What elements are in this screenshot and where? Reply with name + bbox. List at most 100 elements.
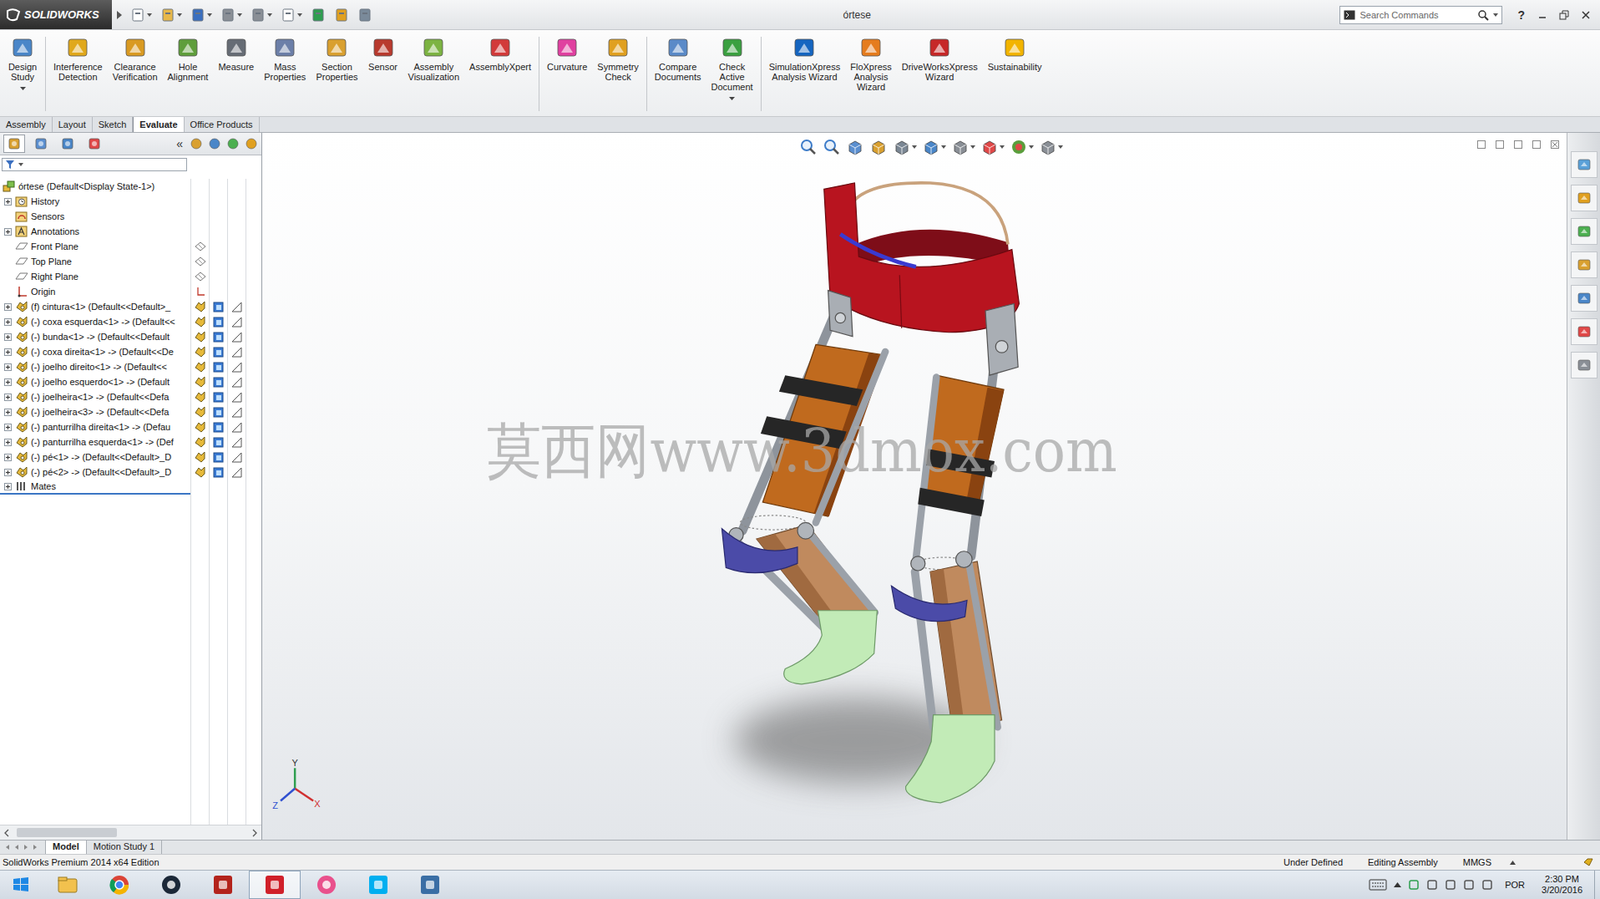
solidworks-logo[interactable]: SOLIDWORKS <box>0 0 112 30</box>
appearance-icon[interactable] <box>231 346 243 358</box>
tab-scroll-icon[interactable] <box>4 843 11 851</box>
expand-icon[interactable] <box>4 482 12 491</box>
quick-access-button[interactable] <box>188 5 214 25</box>
tree-row[interactable]: Right Plane <box>0 268 262 284</box>
expand-icon[interactable] <box>4 468 12 476</box>
graphics-area[interactable]: YXZ莫西网www.3dmox.com <box>262 132 1567 840</box>
tree-row[interactable]: (-) panturrilha direita<1> -> (Defau <box>0 419 262 435</box>
tray-icon[interactable] <box>1407 878 1420 891</box>
status-item[interactable]: Under Defined <box>1276 856 1362 867</box>
ribbon-button[interactable]: MassProperties <box>259 35 310 82</box>
minimize-icon[interactable] <box>1536 9 1549 21</box>
tree-row[interactable]: Origin <box>0 283 262 299</box>
ribbon-button[interactable]: AssemblyVisualization <box>404 35 465 82</box>
quick-access-button[interactable] <box>158 5 184 25</box>
appearance-icon[interactable] <box>231 331 243 343</box>
tree-row[interactable]: (-) coxa direita<1> -> (Default<<De <box>0 344 262 360</box>
component-visibility-icon[interactable] <box>194 300 207 313</box>
tree-row[interactable]: (-) joelheira<1> -> (Default<<Defa <box>0 389 262 405</box>
ribbon-button[interactable]: SectionProperties <box>311 35 362 82</box>
taskbar-app[interactable] <box>248 870 301 899</box>
tree-filter[interactable] <box>1 157 188 172</box>
display-mode-icon[interactable] <box>212 331 224 343</box>
tray-icon[interactable] <box>1426 878 1438 891</box>
expand-icon[interactable] <box>4 318 12 326</box>
tree-row[interactable]: (f) cintura<1> (Default<<Default>_ <box>0 298 262 314</box>
display-mode-icon[interactable] <box>212 391 224 403</box>
command-tab[interactable]: Sketch <box>92 116 134 132</box>
ribbon-button[interactable]: CheckActiveDocument <box>707 35 758 101</box>
expand-icon[interactable] <box>4 393 12 401</box>
display-mode-icon[interactable] <box>212 451 224 463</box>
view-tool-button[interactable] <box>822 137 841 157</box>
taskbar-app[interactable] <box>197 870 249 899</box>
ribbon-button[interactable]: DesignStudy <box>3 35 42 91</box>
component-visibility-icon[interactable] <box>194 405 207 418</box>
units-caret-icon[interactable] <box>1509 860 1516 865</box>
display-mode-icon[interactable] <box>212 346 224 358</box>
tab-scroll-icon[interactable] <box>22 843 30 851</box>
taskbar-app[interactable] <box>352 870 405 899</box>
tree-row[interactable]: (-) coxa esquerda<1> -> (Default<< <box>0 313 262 330</box>
view-tool-button[interactable] <box>1009 137 1034 157</box>
tray-arrow-icon[interactable] <box>1393 881 1402 887</box>
collapse-button[interactable]: « <box>174 136 185 151</box>
task-pane-tab[interactable] <box>1570 351 1598 379</box>
panel-tab[interactable] <box>30 134 52 153</box>
viewport-control-icon[interactable] <box>1531 139 1542 150</box>
task-pane-tab[interactable] <box>1570 318 1598 345</box>
display-mode-icon[interactable] <box>212 316 224 328</box>
component-visibility-icon[interactable] <box>194 420 207 433</box>
tray-icon[interactable] <box>1481 878 1494 891</box>
view-tool-button[interactable] <box>951 137 976 157</box>
expand-icon[interactable] <box>4 453 12 461</box>
quick-access-button[interactable] <box>248 5 274 25</box>
task-pane-tab[interactable] <box>1570 151 1598 178</box>
ribbon-button[interactable]: FloXpressAnalysisWizard <box>845 35 897 92</box>
ribbon-button[interactable]: HoleAlignment <box>163 35 213 82</box>
display-mode-icon[interactable] <box>212 421 224 433</box>
tree-row[interactable]: Top Plane <box>0 253 262 269</box>
input-language[interactable]: POR <box>1499 879 1530 890</box>
show-desktop[interactable] <box>1594 870 1600 899</box>
tray-icon[interactable] <box>1463 878 1475 891</box>
horizontal-scrollbar[interactable] <box>0 824 262 840</box>
display-pane-icon[interactable] <box>244 136 259 151</box>
tree-row[interactable]: Mates <box>0 479 262 495</box>
expand-icon[interactable] <box>4 423 12 431</box>
tree-row[interactable]: (-) pé<1> -> (Default<<Default>_D <box>0 449 262 465</box>
ribbon-button[interactable]: AssemblyXpert <box>465 35 536 72</box>
help-button[interactable]: ? <box>1510 8 1532 22</box>
document-tab[interactable]: Motion Study 1 <box>86 840 163 854</box>
appearance-icon[interactable] <box>231 421 243 433</box>
panel-tab[interactable] <box>3 134 26 153</box>
viewport-control-icon[interactable] <box>1513 139 1524 150</box>
tab-scroll-icon[interactable] <box>13 843 21 851</box>
ribbon-button[interactable]: Curvature <box>542 35 592 72</box>
viewport-control-icon[interactable] <box>1549 139 1560 150</box>
appearance-icon[interactable] <box>231 436 243 448</box>
component-visibility-icon[interactable] <box>194 465 207 478</box>
display-mode-icon[interactable] <box>212 436 224 448</box>
search-commands[interactable]: Search Commands <box>1339 5 1503 25</box>
panel-tab[interactable] <box>56 134 79 153</box>
command-tab[interactable]: Office Products <box>184 116 260 132</box>
expand-icon[interactable] <box>4 438 12 446</box>
model-view[interactable]: YXZ莫西网www.3dmox.com <box>262 132 1567 840</box>
quick-access-button[interactable] <box>278 5 304 25</box>
display-mode-icon[interactable] <box>212 301 224 313</box>
tree-row[interactable]: órtese (Default<Display State-1>) <box>0 178 262 194</box>
tree-row[interactable]: Sensors <box>0 208 262 224</box>
taskbar-app[interactable] <box>300 870 353 899</box>
quick-access-button[interactable] <box>308 5 328 25</box>
view-tool-button[interactable] <box>980 137 1005 157</box>
expand-icon[interactable] <box>4 348 12 356</box>
appearance-icon[interactable] <box>231 451 243 463</box>
status-item[interactable]: MMGS <box>1456 856 1510 867</box>
task-pane-tab[interactable] <box>1570 251 1598 279</box>
pelvic-band[interactable] <box>824 182 1020 375</box>
clock[interactable]: 2:30 PM 3/20/2016 <box>1536 873 1588 896</box>
close-icon[interactable] <box>1579 9 1592 21</box>
document-tab[interactable]: Model <box>45 840 87 854</box>
view-tool-button[interactable] <box>845 137 865 157</box>
